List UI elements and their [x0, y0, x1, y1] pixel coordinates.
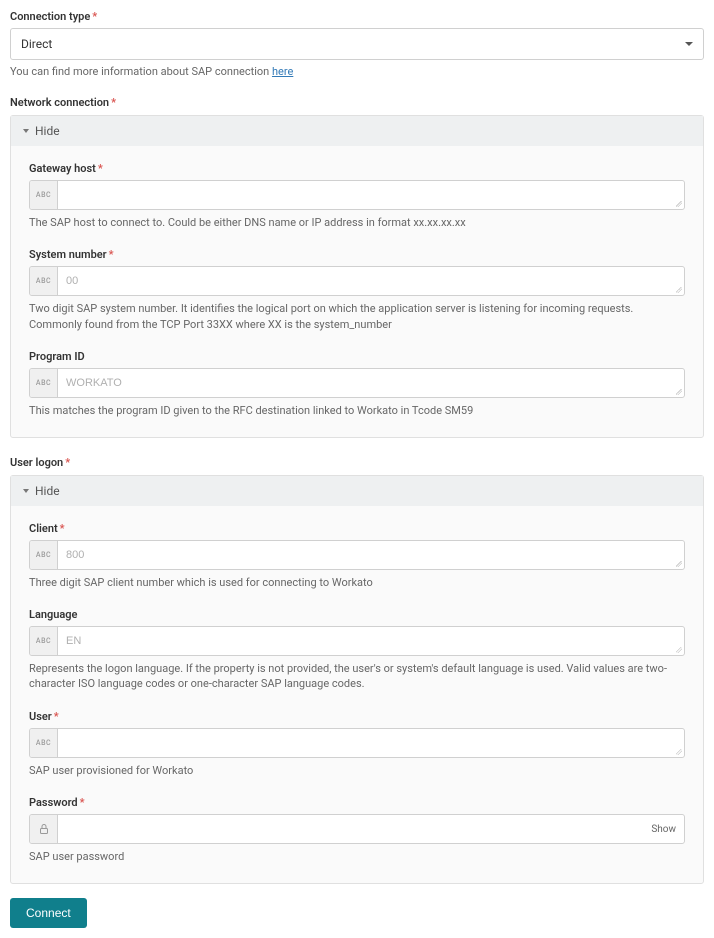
network-connection-panel: Hide Gateway host* ABC The SAP host to c… [10, 115, 704, 438]
chevron-down-icon [23, 489, 29, 493]
program-id-helper: This matches the program ID given to the… [29, 403, 685, 418]
text-type-icon: ABC [30, 181, 58, 209]
lock-icon [30, 815, 58, 843]
language-label: Language [29, 608, 685, 621]
chevron-down-icon [685, 42, 693, 46]
connect-button[interactable]: Connect [10, 898, 87, 928]
client-label: Client* [29, 522, 685, 535]
chevron-down-icon [23, 129, 29, 133]
text-type-icon: ABC [30, 541, 58, 569]
gateway-host-label: Gateway host* [29, 162, 685, 175]
password-helper: SAP user password [29, 849, 685, 864]
user-input[interactable] [58, 729, 674, 757]
client-input[interactable] [58, 541, 674, 569]
resize-handle[interactable] [676, 749, 682, 755]
password-label: Password* [29, 796, 685, 809]
gateway-host-input[interactable] [58, 181, 674, 209]
text-type-icon: ABC [30, 369, 58, 397]
language-helper: Represents the logon language. If the pr… [29, 661, 685, 692]
resize-handle[interactable] [676, 561, 682, 567]
user-label: User* [29, 710, 685, 723]
connection-type-select[interactable]: Direct [10, 28, 704, 60]
text-type-icon: ABC [30, 627, 58, 655]
system-number-input[interactable] [58, 267, 674, 295]
text-type-icon: ABC [30, 729, 58, 757]
client-helper: Three digit SAP client number which is u… [29, 575, 685, 590]
resize-handle[interactable] [676, 647, 682, 653]
program-id-input[interactable] [58, 369, 674, 397]
user-helper: SAP user provisioned for Workato [29, 763, 685, 778]
connection-type-value: Direct [21, 37, 685, 51]
connection-type-info: You can find more information about SAP … [10, 65, 704, 78]
network-connection-header: Network connection* [10, 96, 704, 109]
resize-handle[interactable] [676, 389, 682, 395]
connection-type-label: Connection type* [10, 10, 704, 23]
user-logon-header: User logon* [10, 456, 704, 469]
password-show-button[interactable]: Show [643, 815, 684, 843]
system-number-helper: Two digit SAP system number. It identifi… [29, 301, 685, 332]
sap-info-link[interactable]: here [272, 65, 293, 78]
password-input[interactable] [58, 815, 643, 843]
resize-handle[interactable] [676, 287, 682, 293]
gateway-host-helper: The SAP host to connect to. Could be eit… [29, 215, 685, 230]
network-connection-toggle[interactable]: Hide [11, 116, 703, 146]
program-id-label: Program ID [29, 350, 685, 363]
user-logon-toggle[interactable]: Hide [11, 476, 703, 506]
language-input[interactable] [58, 627, 674, 655]
user-logon-panel: Hide Client* ABC Three digit SAP client … [10, 475, 704, 884]
text-type-icon: ABC [30, 267, 58, 295]
resize-handle[interactable] [676, 201, 682, 207]
system-number-label: System number* [29, 248, 685, 261]
